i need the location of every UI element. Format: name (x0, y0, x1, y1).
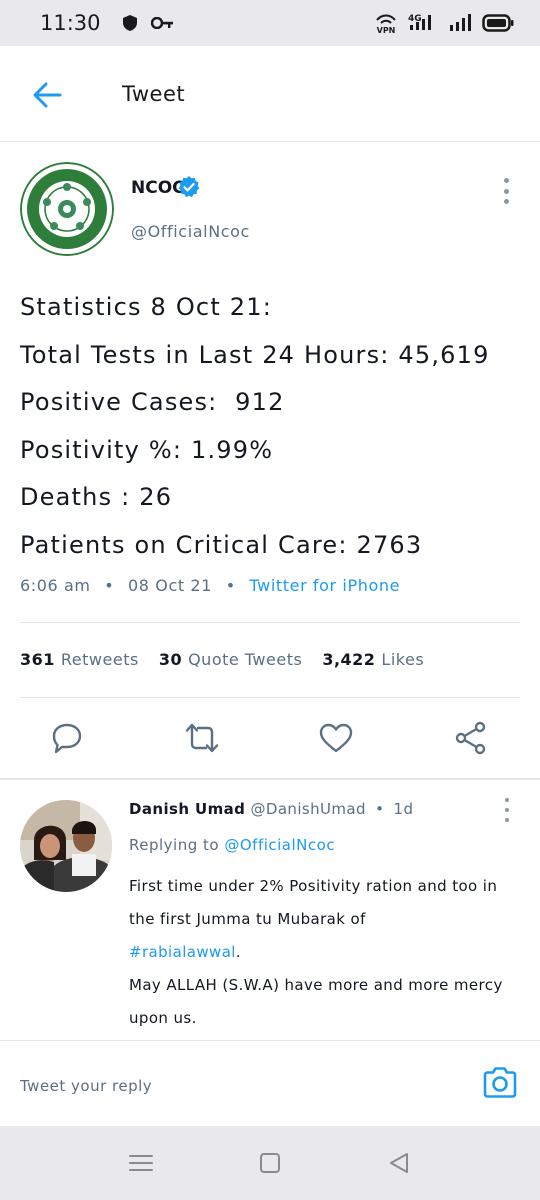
camera-icon (483, 1067, 517, 1098)
camera-button[interactable] (478, 1061, 522, 1105)
status-right-icons: VPN 4G (374, 12, 514, 34)
tweet-meta: 6:06 am • 08 Oct 21 • Twitter for iPhone (20, 576, 400, 595)
back-nav-button[interactable] (384, 1150, 414, 1176)
retweets-label: Retweets (60, 650, 139, 669)
status-left-icons (122, 15, 173, 31)
replying-to-label: Replying to (129, 836, 220, 854)
more-dot-icon (503, 178, 509, 183)
divider (20, 622, 520, 623)
meta-separator: • (104, 576, 115, 595)
reply-author-handle[interactable]: @DanishUmad (250, 800, 365, 818)
reply-compose-bar (0, 1040, 540, 1126)
author-avatar[interactable] (20, 162, 114, 256)
reply-header: Danish Umad @DanishUmad • 1d (129, 800, 413, 818)
more-dot-icon (503, 199, 509, 204)
reply-age: 1d (393, 800, 414, 818)
more-dot-icon (505, 818, 509, 822)
author-handle[interactable]: @OfficialNcoc (131, 222, 250, 241)
reply-icon (52, 723, 82, 754)
likes-count: 3,422 (322, 650, 376, 669)
reply-text-part: . (235, 943, 242, 961)
signal-icon (450, 14, 471, 31)
tweet-text: Statistics 8 Oct 21: Total Tests in Last… (20, 284, 520, 569)
reply-text-part: May ALLAH (S.W.A) have more and more mer… (129, 976, 503, 1027)
likes-stat[interactable]: 3,422 Likes (322, 650, 424, 669)
shield-icon (122, 15, 137, 31)
ncoc-logo (20, 162, 114, 256)
signal-4g-icon: 4G (408, 14, 431, 30)
system-navigation-bar (0, 1126, 540, 1200)
retweet-button[interactable] (184, 720, 220, 756)
tweet-line: Positive Cases: 912 (20, 388, 285, 416)
retweet-icon (185, 723, 219, 753)
quote-tweets-count: 30 (158, 650, 183, 669)
reply-text: First time under 2% Positivity ration an… (129, 870, 519, 1035)
share-icon (455, 721, 486, 755)
verified-badge-icon (178, 176, 200, 198)
reply-text-part: First time under 2% Positivity ration an… (129, 877, 498, 928)
vpn-label: VPN (377, 26, 396, 34)
quote-tweets-stat[interactable]: 30 Quote Tweets (159, 650, 303, 669)
status-bar: 11:30 VPN 4G (0, 0, 540, 46)
more-dot-icon (503, 188, 509, 194)
status-time: 11:30 (40, 11, 101, 35)
replying-to-mention[interactable]: @OfficialNcoc (224, 836, 335, 854)
vpn-icon: VPN (376, 14, 396, 34)
replying-to: Replying to @OfficialNcoc (129, 836, 335, 854)
tweet-date: 08 Oct 21 (128, 576, 212, 595)
home-button[interactable] (255, 1150, 285, 1176)
more-dot-icon (505, 808, 509, 812)
tweet-line: Statistics 8 Oct 21: (20, 293, 272, 321)
app-header: Tweet (0, 46, 540, 142)
recents-button[interactable] (126, 1150, 156, 1176)
more-dot-icon (505, 798, 509, 802)
menu-icon (129, 1155, 153, 1171)
tweet-author-row: NCOC @OfficialNcoc (0, 142, 540, 262)
page-title: Tweet (122, 82, 186, 106)
more-options-button[interactable] (496, 178, 516, 204)
tweet-time: 6:06 am (20, 576, 91, 595)
reply-separator: • (375, 800, 385, 818)
tweet-line: Deaths : 26 (20, 483, 173, 511)
reply-tweet[interactable]: Danish Umad @DanishUmad • 1d Replying to… (0, 780, 540, 1040)
tweet-actions (0, 698, 540, 778)
arrow-left-icon (33, 82, 62, 108)
like-button[interactable] (318, 720, 354, 756)
likes-label: Likes (381, 650, 425, 669)
retweets-count: 361 (20, 650, 55, 669)
network-label: 4G (408, 14, 422, 24)
battery-icon (482, 14, 514, 32)
tweet-line: Positivity %: 1.99% (20, 435, 274, 464)
engagement-stats: 361 Retweets 30 Quote Tweets 3,422 Likes (20, 650, 424, 669)
retweets-stat[interactable]: 361 Retweets (20, 650, 139, 669)
tweet-source-link[interactable]: Twitter for iPhone (249, 576, 400, 595)
back-triangle-icon (390, 1153, 408, 1173)
reply-author-name[interactable]: Danish Umad (129, 800, 245, 818)
reply-more-options-button[interactable] (500, 798, 514, 822)
reply-avatar-photo (20, 800, 112, 892)
back-button[interactable] (30, 78, 64, 112)
quote-tweets-label: Quote Tweets (188, 650, 303, 669)
home-square-icon (260, 1153, 280, 1173)
reply-button[interactable] (49, 720, 85, 756)
like-icon (319, 723, 353, 753)
meta-separator: • (225, 576, 236, 595)
reply-hashtag[interactable]: #rabialawwal (129, 943, 236, 961)
reply-input[interactable] (20, 1071, 440, 1101)
tweet-line: Patients on Critical Care: 2763 (20, 530, 423, 559)
reply-avatar[interactable] (20, 800, 112, 892)
tweet-line: Total Tests in Last 24 Hours: 45,619 (20, 340, 490, 369)
key-icon (150, 17, 173, 29)
share-button[interactable] (453, 720, 489, 756)
